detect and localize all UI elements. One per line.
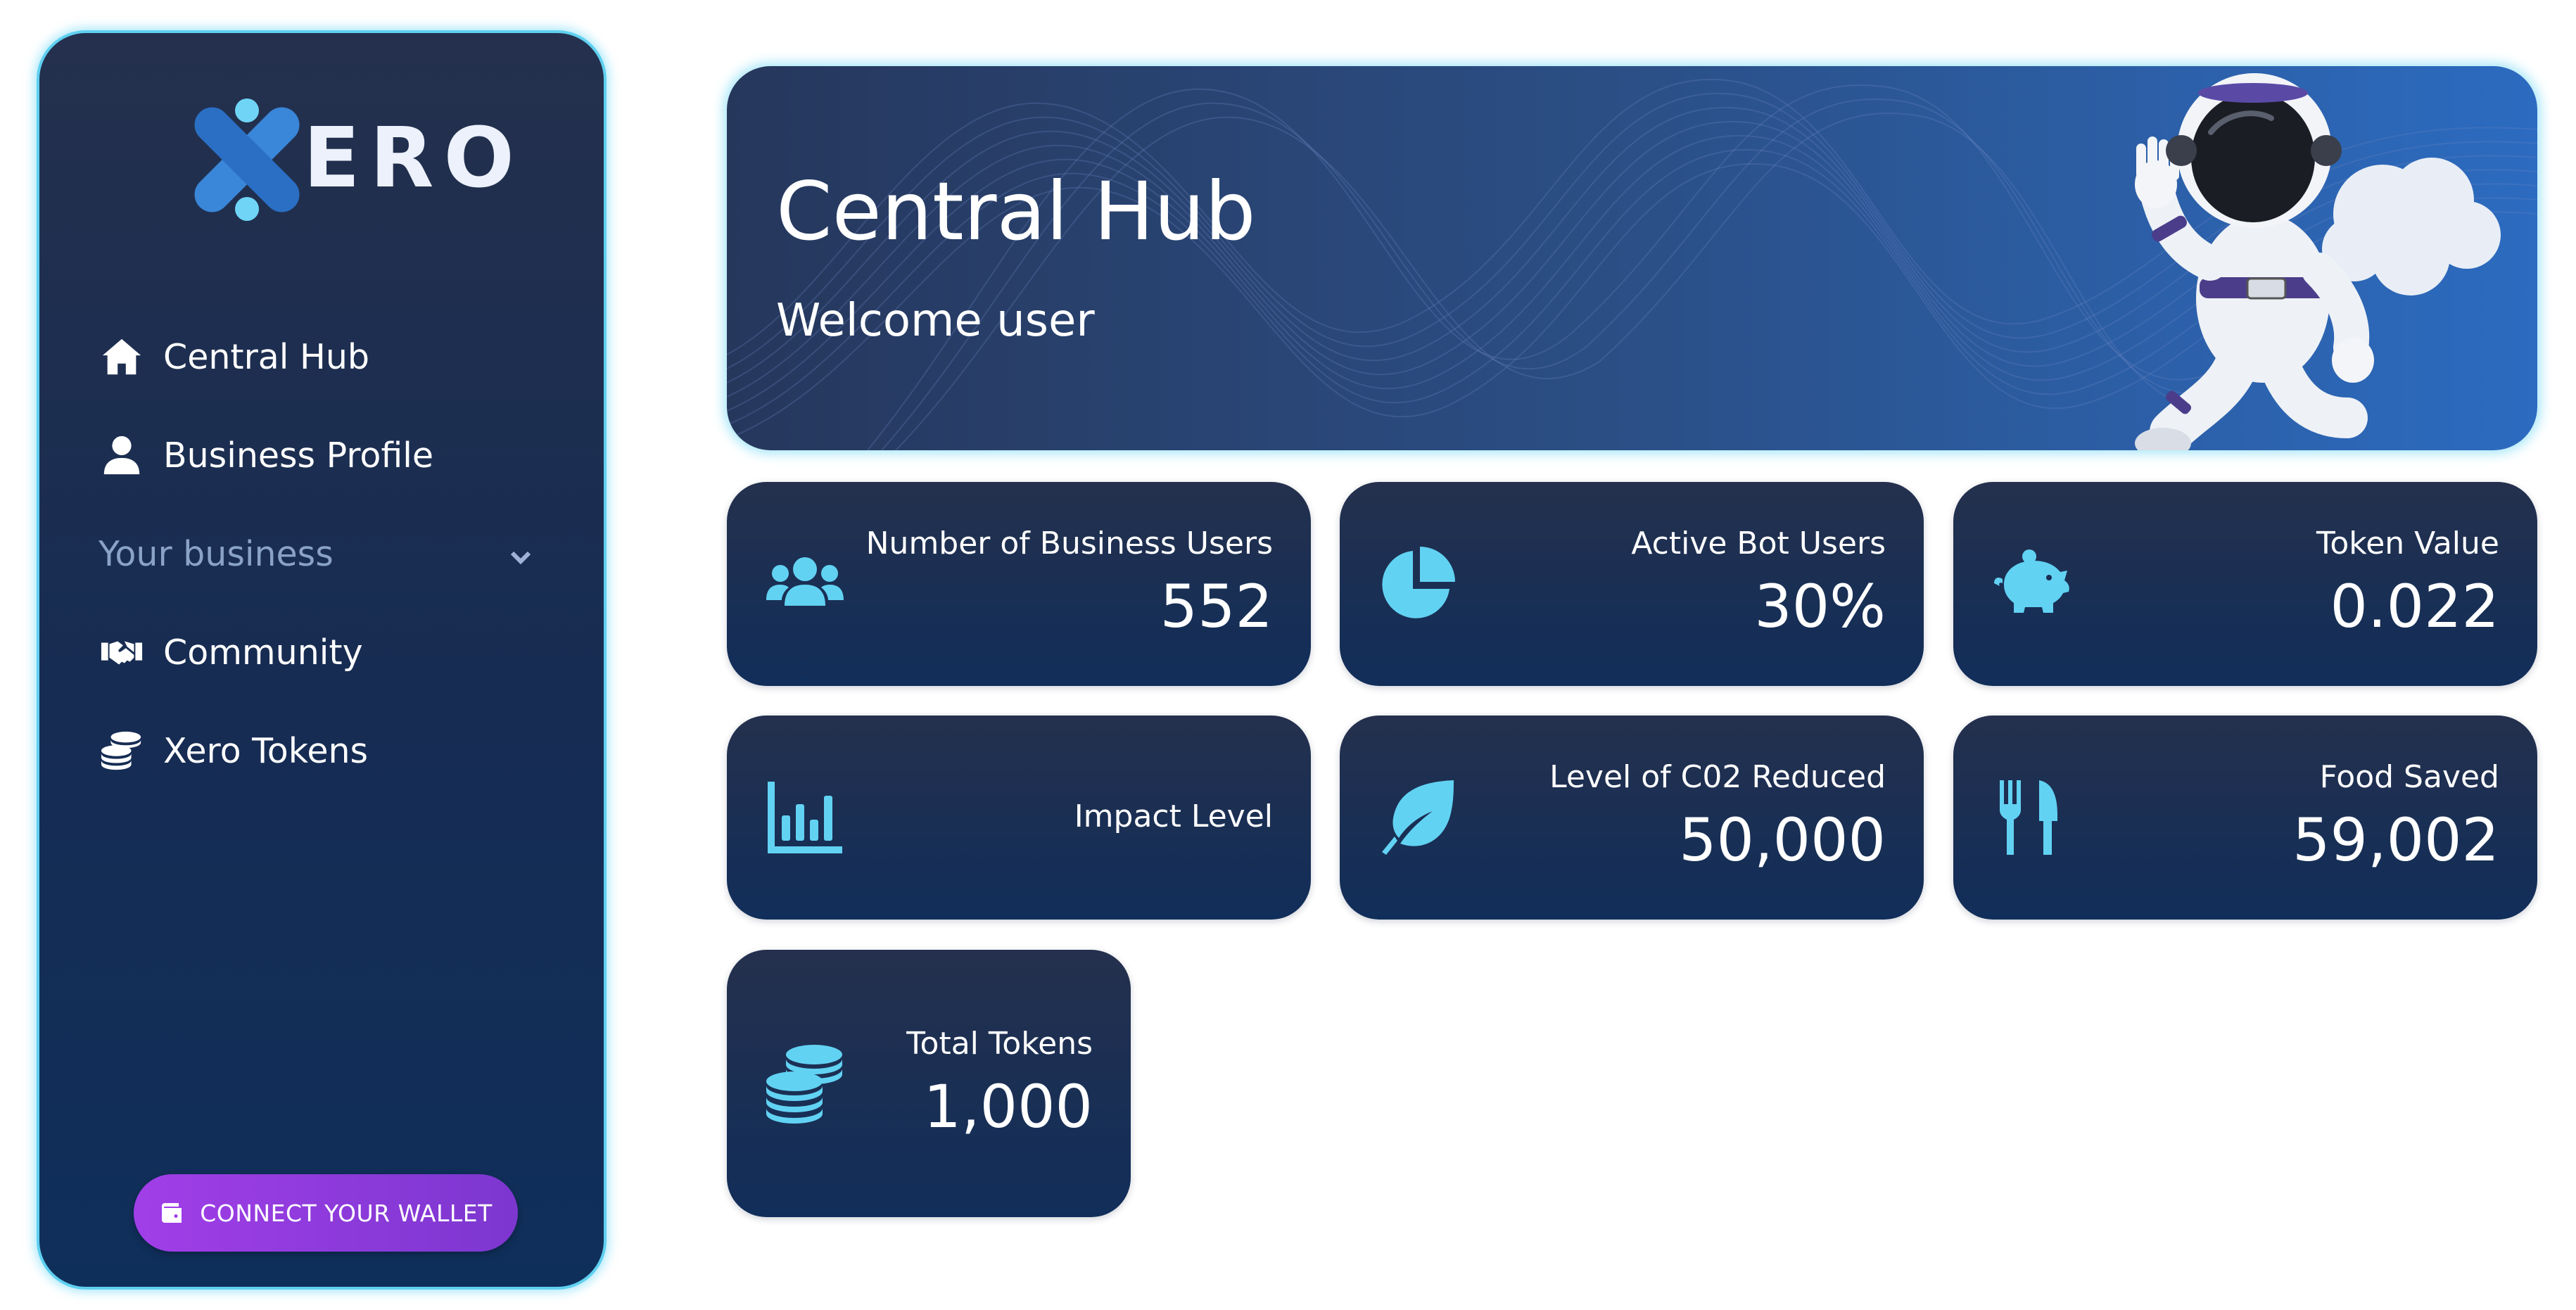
bar-chart-icon [763, 776, 846, 859]
sidebar-item-label: Xero Tokens [163, 730, 369, 771]
pie-chart-icon [1376, 542, 1459, 625]
sidebar-item-community[interactable]: Community [99, 617, 591, 687]
stat-label: Level of C02 Reduced [1549, 759, 1886, 795]
stat-value: 59,002 [2292, 806, 2499, 875]
users-icon [763, 542, 846, 625]
chevron-down-icon[interactable] [507, 540, 535, 568]
logo-text: ERO [303, 109, 524, 206]
stat-value: 1,000 [923, 1072, 1093, 1141]
welcome-message: Welcome user [776, 295, 1095, 347]
sidebar-item-central-hub[interactable]: Central Hub [99, 322, 591, 392]
connect-wallet-button[interactable]: CONNECT YOUR WALLET [134, 1174, 518, 1252]
user-icon [99, 432, 145, 478]
stat-card-token-value[interactable]: Token Value 0.022 [1953, 482, 2537, 686]
stat-value: 50,000 [1679, 806, 1886, 875]
xero-logo-icon [194, 98, 300, 221]
astronaut-illustration [2135, 73, 2501, 450]
stat-card-total-tokens[interactable]: Total Tokens 1,000 [727, 950, 1131, 1217]
stat-label: Active Bot Users [1631, 526, 1886, 561]
connect-wallet-label: CONNECT YOUR WALLET [200, 1199, 493, 1227]
sidebar-item-label: Your business [99, 533, 334, 574]
stat-label: Number of Business Users [865, 526, 1273, 561]
sidebar-item-xero-tokens[interactable]: Xero Tokens [99, 716, 591, 786]
stat-value: 0.022 [2330, 572, 2499, 641]
sidebar-item-label: Business Profile [163, 435, 434, 476]
sidebar-item-your-business[interactable]: Your business [99, 519, 591, 589]
stat-card-co2-reduced[interactable]: Level of C02 Reduced 50,000 [1340, 716, 1924, 920]
handshake-icon [99, 629, 145, 675]
xero-logo[interactable]: ERO [184, 96, 514, 223]
stat-value: 552 [1160, 572, 1273, 641]
stat-card-impact-level[interactable]: Impact Level [727, 716, 1311, 920]
stat-value: 30% [1754, 572, 1886, 641]
hero-banner: Central Hub Welcome user [727, 66, 2537, 450]
stat-label: Token Value [2316, 526, 2499, 561]
home-icon [99, 333, 145, 380]
sidebar-item-label: Community [163, 632, 363, 673]
stat-label: Total Tokens [906, 1026, 1093, 1062]
coins-icon [763, 1042, 846, 1125]
sidebar-item-business-profile[interactable]: Business Profile [99, 420, 591, 490]
sidebar-item-label: Central Hub [163, 336, 369, 377]
stat-card-active-bot-users[interactable]: Active Bot Users 30% [1340, 482, 1924, 686]
utensils-icon [1990, 776, 2073, 859]
stat-label: Impact Level [1074, 799, 1273, 834]
stat-card-business-users[interactable]: Number of Business Users 552 [727, 482, 1311, 686]
stat-card-food-saved[interactable]: Food Saved 59,002 [1953, 716, 2537, 920]
stat-label: Food Saved [2319, 759, 2499, 795]
piggy-bank-icon [1990, 542, 2073, 625]
leaf-icon [1376, 776, 1459, 859]
coins-icon [99, 727, 145, 774]
page-title: Central Hub [776, 165, 1256, 258]
sidebar: ERO Central Hub Business Profile Your bu… [37, 30, 607, 1290]
wallet-icon [159, 1200, 184, 1226]
